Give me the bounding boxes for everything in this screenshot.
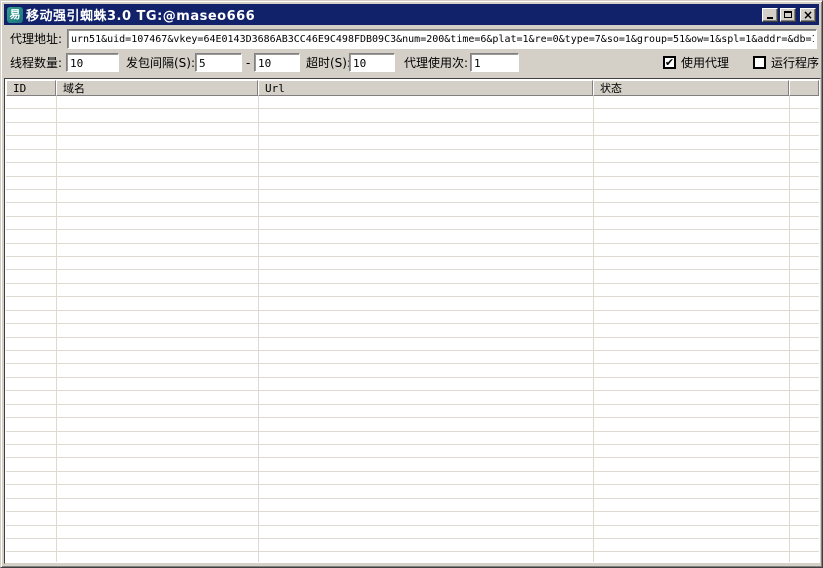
window-title: 移动强引蜘蛛3.0 TG:@maseo666 [26, 9, 256, 24]
run-program-checkbox[interactable] [753, 56, 766, 69]
table-row [6, 512, 819, 526]
table-row [6, 499, 819, 513]
proxy-uses-label: 代理使用次: [404, 56, 469, 70]
run-program-label: 运行程序 [771, 56, 820, 70]
maximize-button[interactable] [780, 7, 796, 22]
table-row [6, 552, 819, 562]
table-row [6, 472, 819, 486]
timeout-input[interactable] [349, 53, 395, 72]
proxy-address-input[interactable] [67, 29, 817, 49]
app-icon: 易 [7, 6, 23, 23]
table-row [6, 123, 819, 137]
table-row [6, 257, 819, 271]
window-controls: × [760, 7, 816, 22]
table-header-row: ID 域名 Url 状态 [6, 80, 819, 96]
table-row [6, 150, 819, 164]
minimize-button[interactable] [762, 7, 778, 22]
table-row [6, 163, 819, 177]
column-header-ID[interactable]: ID [6, 80, 56, 96]
table-row [6, 526, 819, 539]
table-row [6, 311, 819, 325]
table-row [6, 136, 819, 150]
table-row [6, 418, 819, 432]
table-row [6, 190, 819, 204]
thread-count-label: 线程数量: [10, 56, 63, 70]
table-row [6, 230, 819, 244]
table-row [6, 432, 819, 445]
use-proxy-label: 使用代理 [681, 56, 730, 70]
table-row [6, 364, 819, 378]
table-gridline [593, 96, 594, 562]
send-interval-max-input[interactable] [254, 53, 300, 72]
table-row [6, 485, 819, 499]
timeout-label: 超时(S): [306, 56, 352, 70]
table-gridline [789, 96, 790, 562]
close-button[interactable]: × [800, 7, 816, 22]
table-row [6, 539, 819, 553]
close-icon: × [802, 7, 814, 22]
app-window: 易 移动强引蜘蛛3.0 TG:@maseo666 × 代理地址: 线程数量: 发… [0, 0, 823, 568]
use-proxy-checkbox[interactable] [663, 56, 676, 69]
table-row [6, 458, 819, 472]
table-row [6, 270, 819, 284]
column-header-Url[interactable]: Url [258, 80, 593, 96]
maximize-icon [784, 11, 792, 18]
table-row [6, 351, 819, 365]
table-gridline [258, 96, 259, 562]
column-header-状态[interactable]: 状态 [593, 80, 789, 96]
table-row [6, 391, 819, 405]
results-table: ID 域名 Url 状态 [4, 78, 821, 564]
table-row [6, 244, 819, 258]
send-interval-label: 发包间隔(S): [126, 56, 196, 70]
column-header-域名[interactable]: 域名 [56, 80, 258, 96]
table-gridline [56, 96, 57, 562]
table-body[interactable] [6, 96, 819, 562]
send-interval-min-input[interactable] [195, 53, 242, 72]
table-row [6, 378, 819, 392]
table-row [6, 338, 819, 352]
title-bar: 易 移动强引蜘蛛3.0 TG:@maseo666 × [4, 4, 819, 25]
table-row [6, 324, 819, 338]
thread-count-input[interactable] [66, 53, 119, 72]
table-row [6, 297, 819, 311]
table-row [6, 96, 819, 110]
proxy-address-label: 代理地址: [10, 32, 63, 46]
table-row [6, 109, 819, 123]
table-row [6, 405, 819, 419]
table-row [6, 203, 819, 217]
table-row [6, 177, 819, 190]
table-row [6, 217, 819, 231]
column-header-spacer[interactable] [789, 80, 819, 96]
results-table-inner: ID 域名 Url 状态 [6, 80, 819, 562]
table-row [6, 445, 819, 459]
minimize-icon [767, 17, 773, 19]
interval-range-separator: - [246, 56, 251, 70]
table-row [6, 284, 819, 298]
proxy-uses-input[interactable] [470, 53, 519, 72]
